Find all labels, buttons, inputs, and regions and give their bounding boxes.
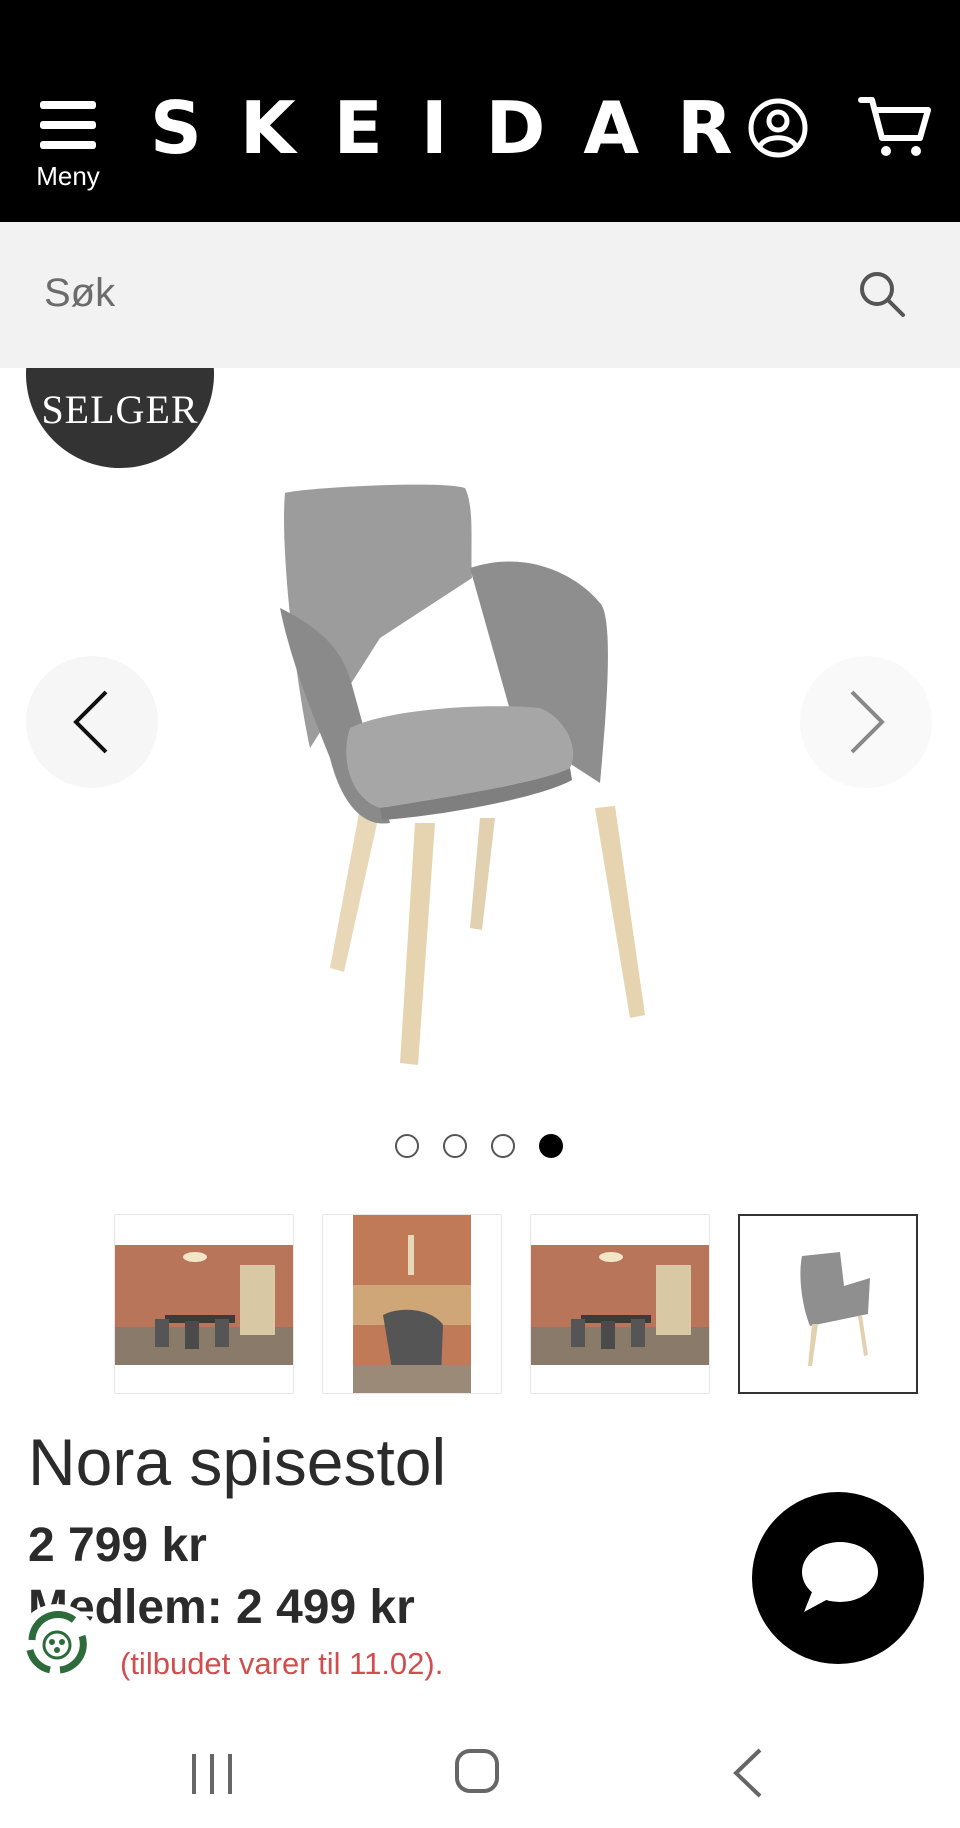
cart-icon: [858, 97, 931, 156]
pagination-dot-1[interactable]: [395, 1134, 419, 1158]
menu-label: Meny: [36, 161, 100, 191]
system-navigation-bar: [0, 1710, 960, 1828]
bestseller-badge: SELGER: [26, 368, 214, 468]
menu-button[interactable]: Meny: [30, 95, 106, 195]
thumbnail-image: [800, 1252, 870, 1366]
next-image-button[interactable]: [800, 656, 932, 788]
thumbnail-chair-product[interactable]: [738, 1214, 918, 1394]
thumbnail-image: [531, 1245, 709, 1365]
user-circle-icon: [748, 98, 808, 158]
pagination-dot-4[interactable]: [539, 1134, 563, 1158]
chat-button[interactable]: [752, 1492, 924, 1664]
cart-button[interactable]: [858, 94, 932, 160]
back-icon[interactable]: [728, 1746, 768, 1800]
product-title: Nora spisestol: [28, 1425, 447, 1499]
badge-label: SELGER: [41, 387, 199, 432]
brand-logo[interactable]: SKEIDAR: [150, 88, 733, 168]
chevron-right-icon: [850, 690, 885, 754]
account-button[interactable]: [746, 96, 810, 160]
product-image-chair: [280, 484, 645, 1065]
home-icon[interactable]: [452, 1746, 502, 1796]
gallery-pagination: [0, 1134, 960, 1164]
thumbnail-dining-room-wide[interactable]: [114, 1214, 294, 1394]
thumbnail-dining-table-closeup[interactable]: [322, 1214, 502, 1394]
pagination-dot-2[interactable]: [443, 1134, 467, 1158]
product-gallery[interactable]: SELGER: [0, 368, 960, 1110]
search-icon: [860, 272, 905, 317]
hamburger-icon: [40, 101, 96, 109]
previous-image-button[interactable]: [26, 656, 158, 788]
thumbnail-dining-room-wide-2[interactable]: [530, 1214, 710, 1394]
product-price: 2 799 kr: [28, 1519, 207, 1572]
site-header: Meny SKEIDAR: [0, 0, 960, 222]
eco-widget-button[interactable]: [16, 1604, 98, 1686]
thumbnail-image: [115, 1245, 293, 1365]
search-input[interactable]: [44, 258, 804, 328]
search-button[interactable]: [856, 268, 908, 320]
search-bar: [0, 222, 960, 368]
recycle-icon: [26, 1611, 87, 1674]
chat-bubble-icon: [802, 1542, 878, 1612]
offer-note: (tilbudet varer til 11.02).: [120, 1646, 444, 1681]
chevron-left-icon: [73, 690, 108, 754]
pagination-dot-3[interactable]: [491, 1134, 515, 1158]
thumbnail-image: [353, 1215, 471, 1393]
recents-icon[interactable]: [184, 1750, 240, 1798]
